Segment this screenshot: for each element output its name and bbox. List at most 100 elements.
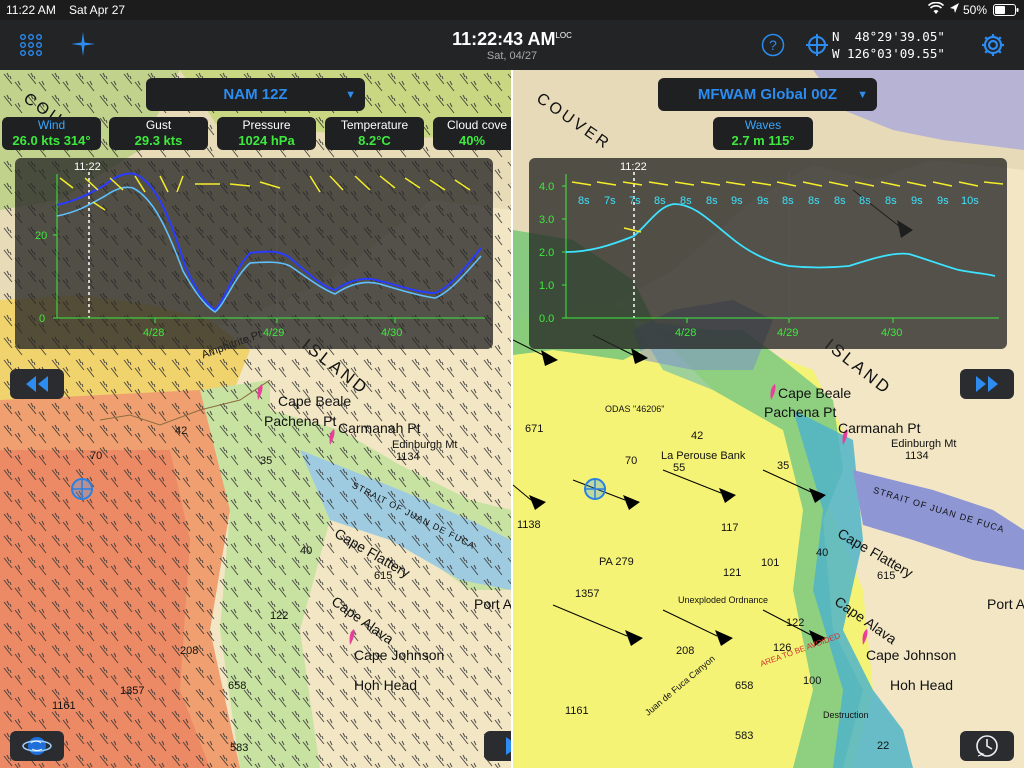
wave-direction-graph-arrows [571, 181, 1004, 233]
map-label-pachena-pt-r: Pachena Pt [764, 404, 837, 420]
step-back-button[interactable] [10, 369, 64, 399]
map-label-depth-70-r: 70 [625, 455, 638, 467]
wave-period-label: 7s [629, 195, 641, 207]
position-readout: N 48°29'39.05" W 126°03'09.55" [832, 28, 945, 62]
graph-y-tick-0-r: 0.0 [539, 313, 554, 325]
graph-y-tick-1: 1.0 [539, 280, 554, 292]
metric-cloud-cover[interactable]: Cloud cove 40% [433, 117, 511, 150]
graph-y-tick-4: 4.0 [539, 181, 554, 193]
latitude: N 48°29'39.05" [832, 29, 945, 44]
wave-period-labels: 8s 7s 7s 8s 8s 8s 9s 9s 8s 8s 8s 8s 8s 9… [578, 195, 979, 207]
map-label-depth-583: 583 [230, 742, 249, 754]
layers-globe-button[interactable] [10, 731, 64, 761]
map-label-depth-35: 35 [260, 455, 273, 467]
map-label-depth-35-r: 35 [777, 460, 790, 472]
metric-wind[interactable]: Wind 26.0 kts 314° [2, 117, 101, 150]
battery-percent: 50% [963, 3, 988, 17]
map-label-port-a-r: Port A [987, 596, 1024, 612]
map-label-depth-42: 42 [175, 425, 188, 437]
wind-forecast-pane[interactable]: Cape Beale Pachena Pt Carmanah Pt Edinbu… [0, 70, 511, 768]
graph-y-tick-0: 0 [39, 313, 45, 325]
map-label-cape-johnson: Cape Johnson [354, 647, 445, 663]
location-arrow-icon [948, 1, 960, 18]
longitude: W 126°03'09.55" [832, 46, 945, 61]
wifi-icon [927, 1, 945, 19]
map-label-edinburgh-height-r: 1134 [905, 450, 929, 462]
map-label-edinburgh-height: 1134 [396, 451, 420, 463]
svg-text:?: ? [769, 37, 777, 53]
wave-forecast-pane[interactable]: Cape Beale Pachena Pt Carmanah Pt Edinbu… [513, 70, 1024, 768]
map-label-carmanah-pt-r: Carmanah Pt [838, 420, 921, 436]
wave-model-dropdown[interactable]: MFWAM Global 00Z ▼ [658, 78, 877, 111]
map-label-depth-70: 70 [90, 450, 103, 462]
time-clock-button[interactable] [960, 731, 1014, 761]
wave-period-label: 8s [654, 195, 666, 207]
map-label-hoh-head-r: Hoh Head [890, 677, 954, 693]
status-date: Sat Apr 27 [69, 3, 126, 17]
wave-forecast-graph[interactable]: 11:22 4.0 3.0 2.0 1.0 0.0 4/28 4/29 4/30 [529, 158, 1007, 349]
weather-model-dropdown[interactable]: NAM 12Z ▼ [146, 78, 365, 111]
wave-period-label: 8s [680, 195, 692, 207]
graph-y-tick-3: 3.0 [539, 214, 554, 226]
graph-x-tick-4-29: 4/29 [263, 327, 284, 339]
map-label-615-r: 615 [877, 570, 896, 582]
crosshair-gps-icon[interactable] [805, 33, 829, 57]
metric-gust[interactable]: Gust 29.3 kts [109, 117, 208, 150]
caret-down-icon: ▼ [857, 89, 868, 101]
metric-temperature[interactable]: Temperature 8.2°C [325, 117, 424, 150]
graph-y-tick-2: 2.0 [539, 247, 554, 259]
map-label-edinburgh-mt-r: Edinburgh Mt [891, 438, 957, 450]
map-label-depth-658-r: 658 [735, 680, 754, 692]
metric-waves[interactable]: Waves 2.7 m 115° [713, 117, 813, 150]
map-label-depth-1138: 1138 [517, 519, 541, 531]
map-label-depth-121: 121 [723, 567, 742, 579]
wave-period-label: 9s [911, 195, 923, 207]
map-label-depth-122-r: 122 [786, 617, 805, 629]
map-label-destruction: Destruction [823, 710, 869, 720]
wave-period-label: 8s [706, 195, 718, 207]
map-label-depth-1357: 1357 [120, 685, 145, 697]
map-label-depth-208: 208 [180, 645, 199, 657]
ios-status-bar: 11:22 AM Sat Apr 27 50% [0, 0, 1024, 20]
metric-pressure[interactable]: Pressure 1024 hPa [217, 117, 316, 150]
caret-down-icon: ▼ [345, 89, 356, 101]
map-label-hoh-head: Hoh Head [354, 677, 418, 693]
map-label-la-perouse: La Perouse Bank [661, 450, 746, 462]
map-label-depth-583-r: 583 [735, 730, 754, 742]
map-label-depth-671: 671 [525, 423, 544, 435]
settings-gear-icon[interactable] [980, 32, 1006, 58]
wave-period-label: 10s [961, 195, 979, 207]
map-label-cape-beale: Cape Beale [278, 393, 352, 409]
wave-period-label: 7s [604, 195, 616, 207]
map-label-depth-42-r: 42 [691, 430, 704, 442]
wave-period-label: 9s [731, 195, 743, 207]
status-time: 11:22 AM [6, 3, 56, 17]
wind-forecast-graph[interactable]: 11:22 20 0 4/28 4/29 4/30 [15, 158, 493, 349]
map-label-pa-279: PA 279 [599, 556, 634, 568]
map-label-depth-55-r: 55 [673, 462, 686, 474]
wave-period-label: 8s [578, 195, 590, 207]
map-label-unexploded: Unexploded Ordnance [678, 595, 769, 605]
top-toolbar: 11:22:43 AMLOC Sat, 04/27 ? N 48°29'39.0… [0, 20, 1024, 70]
wave-period-label: 8s [859, 195, 871, 207]
map-label-depth-658: 658 [228, 680, 247, 692]
graph-x-tick-4-28-r: 4/28 [675, 327, 696, 339]
battery-icon [993, 4, 1019, 19]
wave-period-label: 8s [885, 195, 897, 207]
graph-x-tick-4-30: 4/30 [381, 327, 402, 339]
map-label-depth-100: 100 [803, 675, 822, 687]
graph-cursor-time: 11:22 [74, 161, 101, 173]
play-button[interactable] [484, 731, 511, 761]
help-icon[interactable]: ? [761, 33, 785, 57]
graph-x-tick-4-28: 4/28 [143, 327, 164, 339]
wave-period-label: 9s [757, 195, 769, 207]
step-forward-button[interactable] [960, 369, 1014, 399]
wind-series-line [56, 186, 482, 313]
map-label-depth-40-r: 40 [816, 547, 829, 559]
map-label-depth-208-r: 208 [676, 645, 695, 657]
map-label-depth-1357-r: 1357 [575, 588, 600, 600]
graph-y-tick-20: 20 [35, 230, 47, 242]
graph-cursor-time-r: 11:22 [620, 161, 647, 173]
map-label-odas: ODAS "46206" [605, 404, 665, 414]
map-label-depth-1161: 1161 [52, 700, 76, 712]
